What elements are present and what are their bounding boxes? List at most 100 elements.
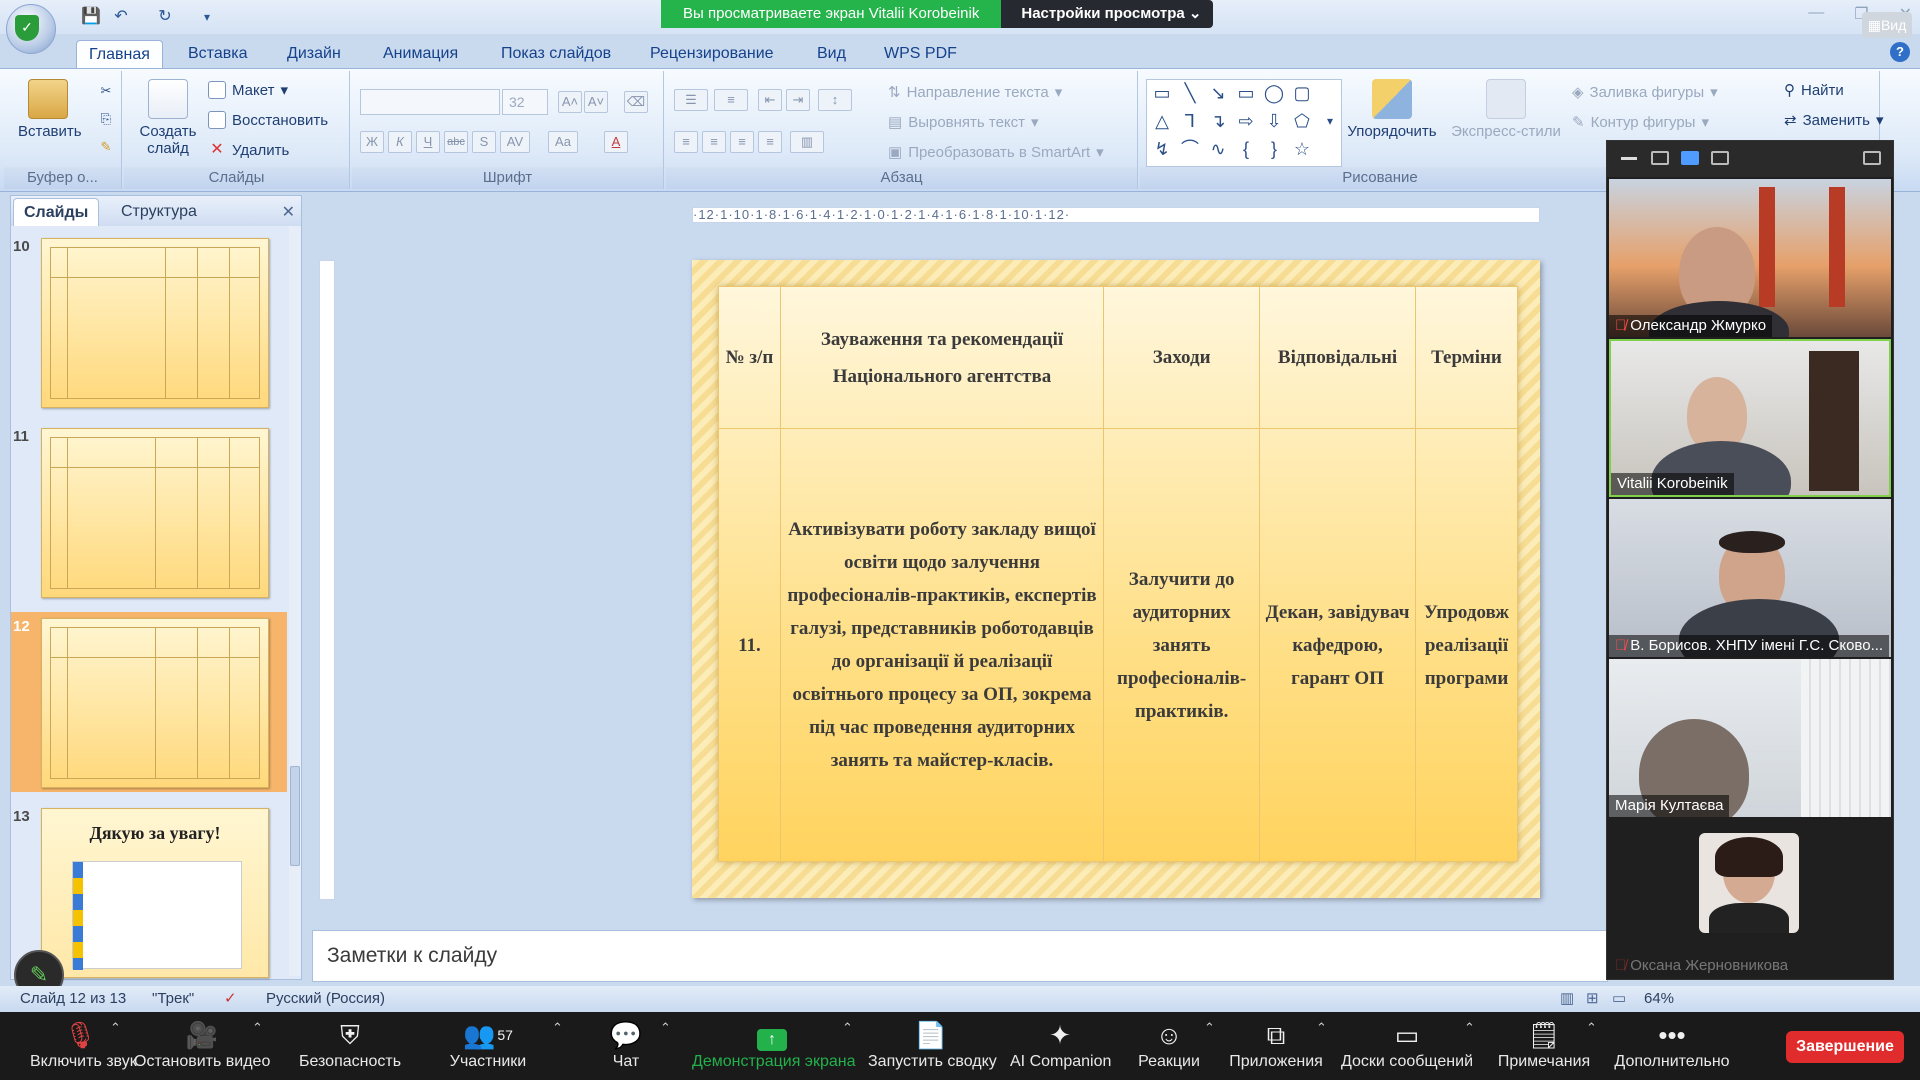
chevron-up-icon[interactable]: ⌃ (252, 1020, 263, 1036)
clear-format-icon[interactable]: ⌫ (624, 91, 648, 113)
more-button[interactable]: ••• Дополнительно (1612, 1012, 1732, 1080)
copy-icon[interactable]: ⎘ (94, 109, 118, 131)
paste-button[interactable]: Вставить (18, 79, 82, 140)
stop-video-button[interactable]: 🎥 Остановить видео ⌃ (134, 1012, 270, 1080)
font-color-icon[interactable]: A (604, 131, 628, 153)
arc-shape-icon[interactable]: ⌒ (1179, 138, 1201, 160)
slide-thumbnail-10[interactable]: 10 (11, 232, 287, 412)
slideshow-view-icon[interactable]: ▭ (1612, 986, 1626, 1012)
arrange-button[interactable]: Упорядочить (1340, 79, 1444, 140)
customize-quick-access-icon[interactable]: ▾ (196, 6, 218, 28)
justify-icon[interactable]: ≡ (758, 131, 782, 153)
character-spacing-button[interactable]: AV (500, 131, 530, 153)
notes-button[interactable]: 🗒 Примечания ⌃ (1494, 1012, 1597, 1080)
freeform-shape-icon[interactable]: ∿ (1207, 138, 1229, 160)
tab-design[interactable]: Дизайн (275, 40, 353, 68)
view-options-button[interactable]: Настройки просмотра ⌄ (1001, 0, 1214, 28)
end-meeting-button[interactable]: Завершение (1786, 1031, 1904, 1063)
chevron-up-icon[interactable]: ⌃ (1464, 1020, 1475, 1036)
apps-button[interactable]: ⧉ Приложения ⌃ (1226, 1012, 1327, 1080)
slide-thumbnail-11[interactable]: 11 (11, 422, 287, 602)
bullets-icon[interactable]: ☰ (674, 89, 708, 111)
chevron-up-icon[interactable]: ⌃ (1316, 1020, 1327, 1036)
pentagon-shape-icon[interactable]: ⬠ (1291, 110, 1313, 132)
tab-outline[interactable]: Структура (111, 198, 207, 226)
align-center-icon[interactable]: ≡ (702, 131, 726, 153)
close-icon[interactable]: ✕ (282, 202, 295, 222)
chevron-up-icon[interactable]: ⌃ (1586, 1020, 1597, 1036)
cut-icon[interactable]: ✂ (94, 81, 118, 103)
shape-outline-button[interactable]: ✎ Контур фигуры ▾ (1572, 113, 1709, 132)
right-arrow-shape-icon[interactable]: ⇨ (1235, 110, 1257, 132)
increase-indent-icon[interactable]: ⇥ (786, 89, 810, 111)
undo-icon[interactable]: ↶ (110, 6, 132, 28)
chevron-up-icon[interactable]: ⌃ (110, 1020, 121, 1036)
text-direction-button[interactable]: ⇅ Направление текста ▾ (888, 83, 1062, 102)
redo-icon[interactable]: ↻ (154, 6, 176, 28)
participants-button[interactable]: 👥 57 Участники ⌃ (440, 1012, 563, 1080)
scroll-thumb[interactable] (290, 766, 300, 866)
align-left-icon[interactable]: ≡ (674, 131, 698, 153)
security-button[interactable]: ⛨ Безопасность (296, 1012, 404, 1080)
participant-tile[interactable]: Марія Култаєва (1609, 659, 1891, 817)
numbering-icon[interactable]: ≡ (714, 89, 748, 111)
save-icon[interactable]: 💾 (80, 6, 102, 28)
layout-button[interactable]: Макет ▾ (208, 81, 288, 99)
rounded-rect-shape-icon[interactable]: ▢ (1291, 82, 1313, 104)
help-icon[interactable]: ? (1890, 42, 1910, 62)
shapes-gallery[interactable]: ▭ ╲ ↘ ▭ ◯ ▢ △ ⅂ ↴ ⇨ ⇩ ⬠ ↯ ⌒ ∿ { } ☆ ▾ (1146, 79, 1342, 167)
columns-icon[interactable]: ▥ (790, 131, 824, 153)
shrink-font-icon[interactable]: A˅ (584, 91, 608, 113)
font-size-select[interactable]: 32 (502, 89, 548, 115)
brace-left-icon[interactable]: { (1235, 138, 1257, 160)
oval-shape-icon[interactable]: ◯ (1263, 82, 1285, 104)
participant-tile[interactable]: 🎙̸ В. Борисов. ХНПУ імені Г.С. Сково... (1609, 499, 1891, 657)
single-speaker-icon[interactable] (1651, 151, 1669, 165)
whiteboards-button[interactable]: ▭ Доски сообщений ⌃ (1340, 1012, 1475, 1080)
align-right-icon[interactable]: ≡ (730, 131, 754, 153)
curved-arrow-icon[interactable]: ↯ (1151, 138, 1173, 160)
office-button[interactable]: ✓ (6, 4, 56, 54)
tab-home[interactable]: Главная (76, 40, 163, 68)
strikethrough-button[interactable]: abc (444, 131, 468, 153)
italic-button[interactable]: К (388, 131, 412, 153)
reactions-button[interactable]: ☺ Реакции ⌃ (1134, 1012, 1215, 1080)
textbox-shape-icon[interactable]: ▭ (1151, 82, 1173, 104)
chevron-up-icon[interactable]: ⌃ (1204, 1020, 1215, 1036)
slide-table[interactable]: № з/п Зауваження та рекомендації Націона… (718, 286, 1519, 862)
share-screen-button[interactable]: ↑ Демонстрация экрана ⌃ (692, 1012, 856, 1080)
slide-notes[interactable]: Заметки к слайду (312, 930, 1608, 982)
unmute-button[interactable]: 🎙 Включить звук ⌃ (30, 1012, 137, 1080)
tab-animation[interactable]: Анимация (371, 40, 470, 68)
new-slide-button[interactable]: Создать слайд (138, 79, 198, 157)
brace-right-icon[interactable]: } (1263, 138, 1285, 160)
ai-companion-button[interactable]: ✦ AI Companion (1010, 1012, 1111, 1080)
slide-thumbnail-12[interactable]: 12 (11, 612, 287, 792)
strip-view-icon[interactable] (1681, 151, 1699, 165)
chat-button[interactable]: 💬 Чат ⌃ (596, 1012, 671, 1080)
exit-fullscreen-icon[interactable] (1863, 151, 1881, 165)
chevron-up-icon[interactable]: ⌃ (552, 1020, 563, 1036)
view-button[interactable]: ▦Вид (1862, 12, 1912, 38)
chevron-up-icon[interactable]: ⌃ (842, 1020, 853, 1036)
bold-button[interactable]: Ж (360, 131, 384, 153)
align-text-button[interactable]: ▤ Выровнять текст ▾ (888, 113, 1039, 132)
participant-tile-active-speaker[interactable]: Vitalii Korobeinik (1609, 339, 1891, 497)
tab-review[interactable]: Рецензирование (638, 40, 786, 68)
elbow-connector-icon[interactable]: ⅂ (1179, 110, 1201, 132)
chevron-up-icon[interactable]: ⌃ (660, 1020, 671, 1036)
tab-insert[interactable]: Вставка (176, 40, 259, 68)
shape-fill-button[interactable]: ◈ Заливка фигуры ▾ (1572, 83, 1718, 102)
replace-button[interactable]: ⇄ Заменить ▾ (1784, 111, 1884, 130)
reset-button[interactable]: Восстановить (208, 111, 328, 129)
slide-sorter-icon[interactable]: ⊞ (1586, 986, 1599, 1012)
elbow-arrow-icon[interactable]: ↴ (1207, 110, 1229, 132)
line-shape-icon[interactable]: ╲ (1179, 82, 1201, 104)
line-spacing-icon[interactable]: ↕ (818, 89, 852, 111)
change-case-button[interactable]: Aa (548, 131, 578, 153)
tab-slides[interactable]: Слайды (13, 198, 100, 226)
participant-tile[interactable]: 🎙̸ Олександр Жмурко (1609, 179, 1891, 337)
convert-smartart-button[interactable]: ▣ Преобразовать в SmartArt ▾ (888, 143, 1104, 162)
down-arrow-shape-icon[interactable]: ⇩ (1263, 110, 1285, 132)
language[interactable]: Русский (Россия) (266, 986, 385, 1012)
